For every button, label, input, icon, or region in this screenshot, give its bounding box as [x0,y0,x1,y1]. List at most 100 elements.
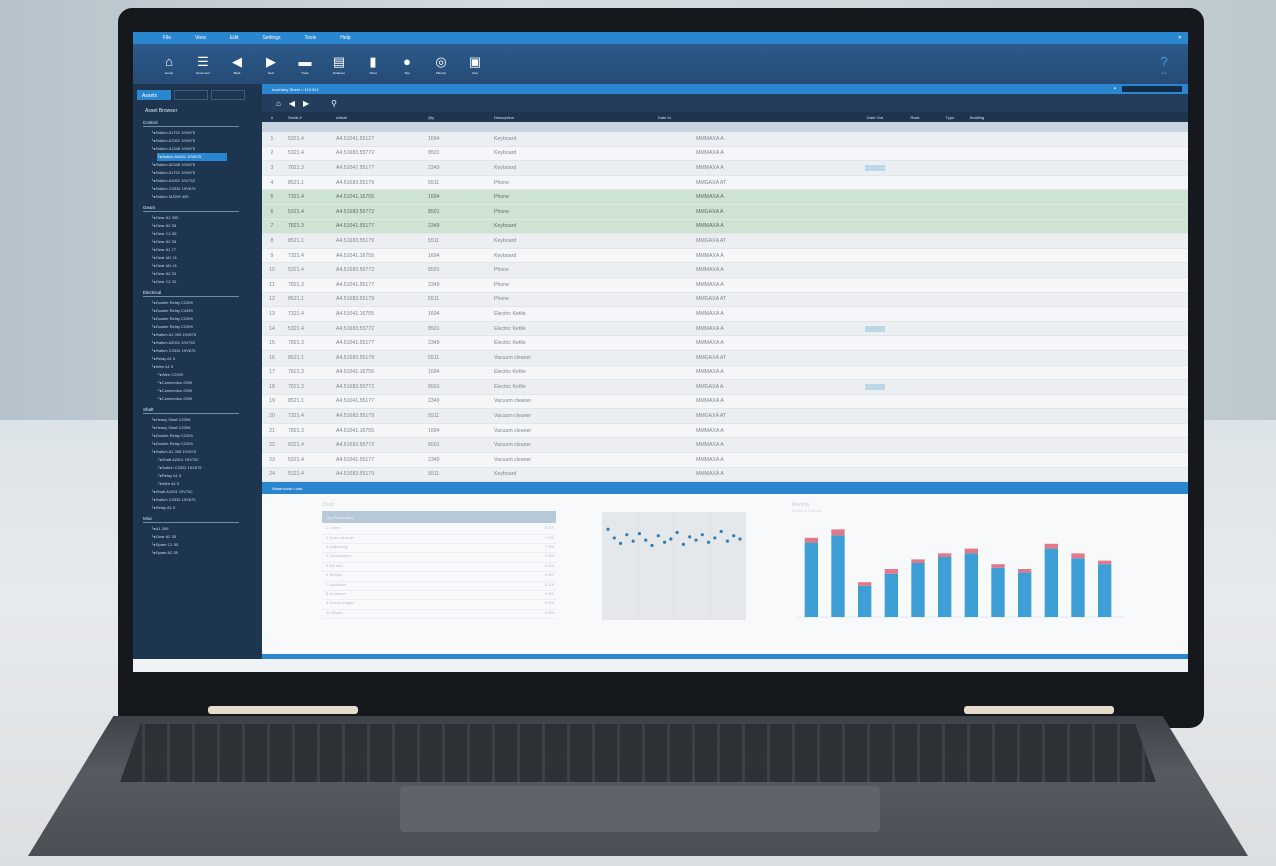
table-row[interactable]: 18 7821.3 A4.51683.55772 8501 Electric Kettl… [262,380,1188,395]
tree-group[interactable]: Control [143,120,239,127]
tree-item[interactable]: └▸Gear A2 35 [151,222,258,230]
bar-main[interactable] [964,553,978,618]
bar-cap[interactable] [1098,560,1112,565]
scatter-point[interactable] [725,539,730,544]
tree-item[interactable]: └▸Gear M1 31 [151,254,258,262]
scatter-point[interactable] [656,534,660,538]
table-row[interactable]: 10 5321.4 A4.51683.55772 8501 Phone MMMAXA A [262,263,1188,278]
tree-item[interactable]: └▸Spare A2 35 [151,549,258,557]
column-header[interactable]: Article [330,115,424,120]
menu-settings[interactable]: Settings [262,35,280,41]
person-button[interactable]: ▣ User [463,54,487,75]
tree-group[interactable]: Shaft [143,407,239,414]
table-row[interactable]: 8 8521.1 A4.51683.55179 5511 Keyboard MMGAXA … [262,234,1188,249]
tree-group[interactable]: Electrical [143,290,239,297]
tree-item[interactable]: └▸Wire A1 5 [157,480,258,488]
help-button[interactable]: ? Help [1152,54,1176,75]
bar-main[interactable] [858,586,872,618]
tree-item[interactable]: └▸Gear C1 31 [151,278,258,286]
tree-item[interactable]: └▸Double Relay C2399 [151,323,258,331]
bar-main[interactable] [911,563,925,618]
tree-item[interactable]: └▸Shaft A2001 19V752 [157,456,258,464]
scatter-point[interactable] [681,543,686,547]
bar-main[interactable] [831,535,845,618]
home-button[interactable]: ⌂ Home [157,54,181,75]
arrow-right-button[interactable]: ▶ Next [259,54,283,75]
bar-cap[interactable] [858,582,872,587]
list-item[interactable]: 5 Elit sed 6.6% [322,563,556,573]
tree-item[interactable]: └▸Switch C2532 19V675 [151,496,258,504]
home-icon[interactable]: ⌂ [276,99,281,108]
arrow-left-button[interactable]: ◀ Back [225,54,249,75]
tree-item[interactable]: └▸Connection 2399 [157,387,258,395]
arrow-left-icon[interactable]: ◀ [289,99,295,108]
table-row[interactable]: 12 8521.1 A4.51683.55179 5511 Phone MMGAXA AT [262,292,1188,308]
table-row[interactable]: 21 7821.3 A4.51041.16755 1694 Vacuum cleaner… [262,423,1188,439]
scatter-point[interactable] [669,537,673,541]
bar-cap[interactable] [991,564,1005,569]
tree-item[interactable]: └▸Shaft A1001 19V752 [151,488,258,496]
bar-cap[interactable] [884,569,898,575]
tab-assets[interactable]: Assets [137,90,171,100]
tree-item[interactable]: └▸Switch MJ299 400 [151,193,258,201]
tree-item[interactable]: └▸Connection 2399 [157,379,258,387]
bar-cap[interactable] [1044,544,1058,549]
list-item[interactable]: 10 Aliqua 5.6% [322,610,556,620]
list-item[interactable]: 7 Incididunt 6.1% [322,582,556,591]
report-button[interactable]: ▤ Reflexes [327,54,351,75]
scatter-point[interactable] [732,534,736,538]
truck-button[interactable]: ▬ Track [293,54,317,75]
column-header[interactable]: # [262,115,282,120]
table-row[interactable]: 14 5321.4 A4.51683.55772 8501 Electric Kettl… [262,321,1188,337]
bar-main[interactable] [804,542,818,618]
table-row[interactable]: 23 5321.4 A4.51041.55177 2349 Vacuum cleaner… [262,453,1188,468]
column-header[interactable]: Serial # [282,115,330,120]
list-item[interactable]: 8 Ut labore 5.9% [322,591,556,601]
tree-item[interactable]: └▸Gear A2 35 [151,238,258,246]
tree-item[interactable]: └▸Relay A1 5 [157,472,258,480]
tree-item[interactable]: └▸A1 395 [151,525,258,533]
bar-main[interactable] [991,568,1005,618]
bar-main[interactable] [938,557,952,618]
scatter-point[interactable] [700,533,704,537]
tree-item[interactable]: └▸Switch A4901 19V675 [157,153,227,161]
scatter-point[interactable] [650,544,654,548]
bar-main[interactable] [1018,572,1032,618]
menu-edit[interactable]: Edit [230,35,239,41]
pin-icon[interactable]: ▪ [1114,86,1116,92]
scatter-point[interactable] [631,539,635,544]
tree-item[interactable]: └▸Switch A2001 19V752 [151,339,258,347]
close-icon[interactable]: ✕ [1178,35,1182,41]
table-row[interactable]: 24 5321.4 A4.51683.55179 5511 Keyboard MMMAXA… [262,467,1188,483]
scatter-point[interactable] [688,535,692,539]
list-item[interactable]: 9 Dolore magna 5.8% [322,600,556,610]
bar-cap[interactable] [938,553,952,558]
trackpad[interactable] [400,786,880,832]
column-header[interactable]: Qty [424,115,488,120]
bar-main[interactable] [1098,564,1112,618]
bar-cap[interactable] [964,548,978,554]
tree-item[interactable]: └▸Switch C2532 19V675 [151,347,258,355]
stock-list-selected[interactable]: Top Performers [322,511,556,524]
table-row[interactable]: 3 7821.3 A4.51047.55177 2349 Keyboard MMMAXA … [262,161,1188,176]
scatter-point[interactable] [618,541,623,546]
list-item[interactable]: 4 Consectetur 6.8% [322,553,556,563]
tree-item[interactable]: └▸Switch A1345 19V675 [151,145,258,153]
tree-item[interactable]: └▸Heavy Shaft C2399 [151,416,258,424]
column-header[interactable]: Type [930,115,970,120]
bar-cap[interactable] [831,529,845,536]
arrow-right-icon[interactable]: ▶ [303,99,309,108]
scatter-point[interactable] [662,540,667,545]
search-icon[interactable]: ⚲ [331,99,337,108]
scatter-point[interactable] [675,531,679,535]
bar-cap[interactable] [1071,553,1085,559]
table-row[interactable]: 5 7321.4 A4.51041.16755 1694 Phone MMMAXA A [262,190,1188,205]
document-tab[interactable]: Inventory Sheet > 119.912 ▪ [262,84,1188,94]
table-row[interactable]: 17 7821.3 A4.51041.16755 1694 Electric Kettl… [262,365,1188,381]
tree-item[interactable]: └▸Heavy Shaft C2399 [151,424,258,432]
tree-item[interactable]: └▸Gear M1 41 [151,262,258,270]
table-row[interactable]: 9 7321.4 A4.51041.16755 1694 Keyboard MMMAXA … [262,248,1188,264]
tree-item[interactable]: └▸Gear C1 55 [151,230,258,238]
tree-item[interactable]: └▸Switch C2532 19V675 [151,185,258,193]
tree-item[interactable]: └▸Double Relay C4399 [151,307,258,315]
